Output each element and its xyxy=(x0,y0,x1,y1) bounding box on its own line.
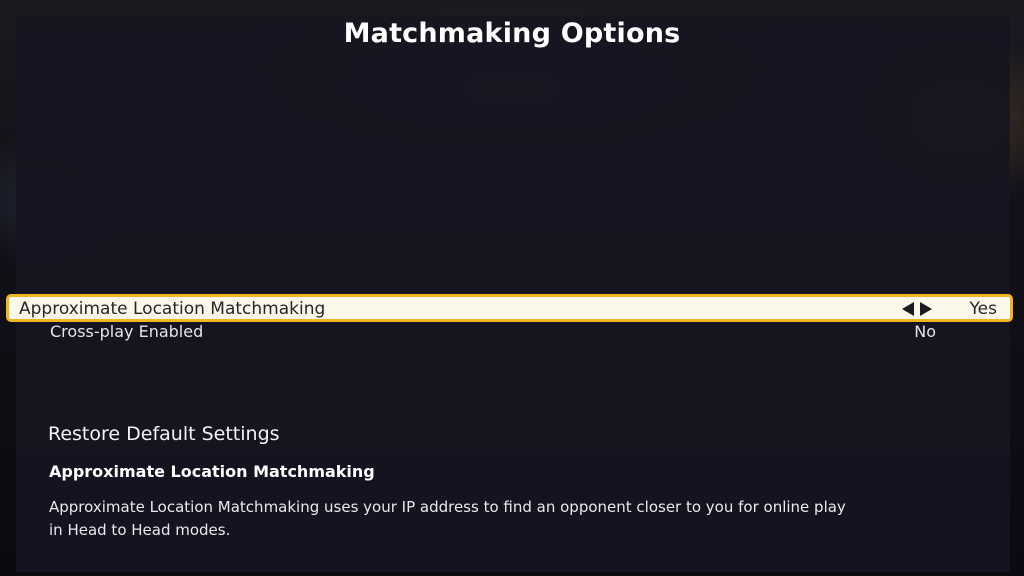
option-row-cross-play[interactable]: Cross-play Enabled No xyxy=(50,322,940,344)
option-value: No xyxy=(914,322,936,341)
option-row-approximate-location[interactable]: Approximate Location Matchmaking Yes xyxy=(6,294,1013,322)
option-value: Yes xyxy=(969,299,997,319)
triangle-left-icon[interactable] xyxy=(902,302,914,316)
description-body: Approximate Location Matchmaking uses yo… xyxy=(49,498,846,539)
value-selector-arrows[interactable] xyxy=(902,302,942,316)
option-label: Approximate Location Matchmaking xyxy=(19,299,326,319)
description-title: Approximate Location Matchmaking xyxy=(49,462,375,481)
triangle-right-icon[interactable] xyxy=(920,302,932,316)
restore-defaults-button[interactable]: Restore Default Settings xyxy=(48,423,280,445)
page-title: Matchmaking Options xyxy=(343,18,681,49)
option-label: Cross-play Enabled xyxy=(50,322,204,341)
